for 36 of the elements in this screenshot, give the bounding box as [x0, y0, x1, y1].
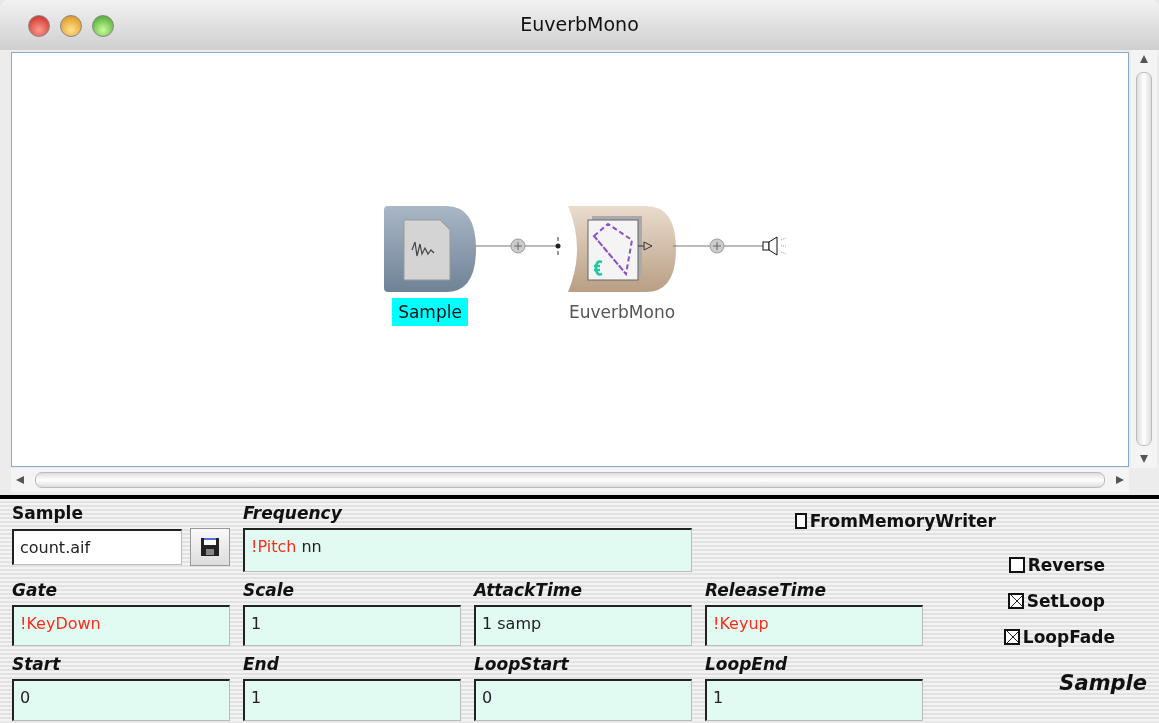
frequency-field[interactable]: !Pitch nn [243, 528, 692, 572]
parameter-field[interactable]: 0 [474, 679, 692, 721]
minimize-button[interactable] [60, 15, 82, 37]
checkbox[interactable]: SetLoop [1007, 591, 1105, 611]
parameter-field[interactable]: 0 [12, 679, 230, 721]
parameter-field[interactable]: 1 [243, 679, 461, 721]
sample-node-icon[interactable] [384, 206, 476, 292]
close-button[interactable] [28, 15, 50, 37]
field-label: Gate [12, 579, 59, 602]
field-label: AttackTime [474, 579, 583, 602]
horizontal-scrollbar[interactable] [11, 468, 1129, 492]
field-label: ReleaseTime [705, 579, 827, 602]
parameter-field[interactable]: 1 [705, 679, 923, 721]
window-title: EuverbMono [520, 13, 639, 35]
file-name-field[interactable]: count.aif [12, 529, 182, 565]
save-button[interactable] [190, 528, 230, 566]
parameter-field[interactable]: 1 samp [474, 604, 692, 647]
module-name: Sample [1059, 671, 1147, 695]
field-label: End [243, 654, 280, 677]
checkbox[interactable]: Reverse [1008, 555, 1105, 575]
check-mark-icon [1009, 594, 1022, 608]
vertical-scrollbar[interactable] [1131, 50, 1157, 468]
checkbox[interactable]: FromMemoryWriter [795, 511, 996, 531]
field-label: Sample [12, 503, 84, 525]
parameter-field[interactable]: 1 [243, 604, 461, 647]
checkbox[interactable]: LoopFade [1003, 627, 1115, 647]
zoom-button[interactable] [92, 15, 114, 37]
node-label[interactable]: Sample [392, 298, 468, 326]
field-label: Start [12, 654, 62, 677]
check-mark-icon [1005, 630, 1018, 644]
field-label: LoopEnd [705, 654, 789, 677]
reverb-node-icon[interactable] [566, 206, 679, 292]
node-label[interactable]: EuverbMono [563, 298, 682, 326]
field-label: Scale [243, 579, 296, 602]
field-label: LoopStart [474, 654, 570, 677]
field-label: Frequency [243, 503, 343, 525]
